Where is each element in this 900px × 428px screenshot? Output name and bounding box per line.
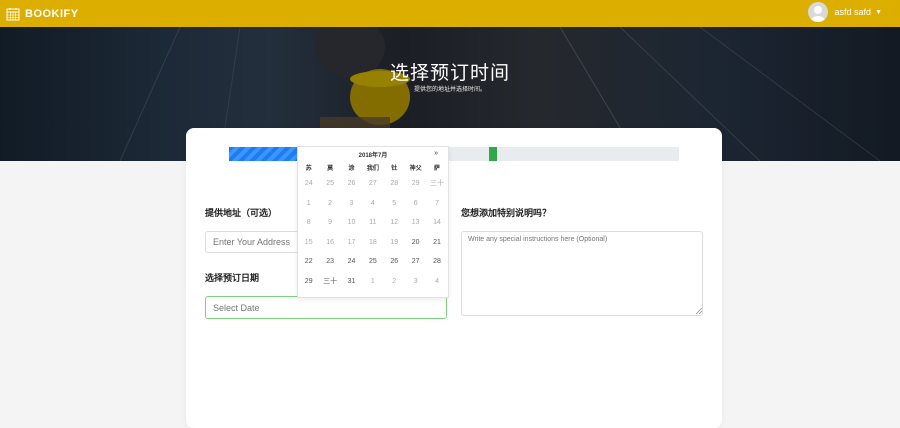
calendar-day[interactable]: 三十 bbox=[426, 174, 447, 194]
resize-handle-icon[interactable] bbox=[696, 308, 702, 314]
booking-card: 提供地址（可选） 选择预订日期 您想添加特别说明吗？ bbox=[186, 128, 722, 428]
calendar-day[interactable]: 25 bbox=[362, 252, 383, 272]
calendar-day[interactable]: 4 bbox=[426, 272, 447, 292]
calendar-day[interactable]: 26 bbox=[341, 174, 362, 194]
weekday-header: 萨 bbox=[434, 166, 441, 172]
calendar-day[interactable]: 15 bbox=[298, 233, 319, 253]
calendar-day[interactable]: 1 bbox=[362, 272, 383, 292]
weekday-header: 神父 bbox=[409, 166, 422, 172]
calendar-day[interactable]: 21 bbox=[426, 233, 447, 253]
brand-link[interactable]: BOOKIFY bbox=[6, 7, 79, 21]
page-title: 选择预订时间 bbox=[389, 63, 510, 84]
calendar-day[interactable]: 16 bbox=[319, 233, 340, 253]
calendar-day[interactable]: 29 bbox=[298, 272, 319, 292]
calendar-day[interactable]: 12 bbox=[384, 213, 405, 233]
weekday-header: 涂 bbox=[348, 166, 355, 172]
progress-step-marker bbox=[489, 147, 497, 161]
calendar-day[interactable]: 3 bbox=[341, 194, 362, 214]
date-input[interactable] bbox=[205, 296, 447, 319]
calendar-day[interactable]: 3 bbox=[405, 272, 426, 292]
calendar-day[interactable]: 28 bbox=[384, 174, 405, 194]
datepicker-month-title[interactable]: 2018年7月 bbox=[298, 150, 448, 160]
calendar-day[interactable]: 17 bbox=[341, 233, 362, 253]
instructions-textarea[interactable] bbox=[461, 231, 703, 316]
calendar-day[interactable]: 22 bbox=[298, 252, 319, 272]
caret-down-icon: ▼ bbox=[875, 8, 882, 16]
progress-fill bbox=[229, 147, 297, 161]
calendar-day[interactable]: 6 bbox=[405, 194, 426, 214]
calendar-day[interactable]: 19 bbox=[384, 233, 405, 253]
calendar-day[interactable]: 9 bbox=[319, 213, 340, 233]
calendar-day[interactable]: 24 bbox=[341, 252, 362, 272]
brand-name: BOOKIFY bbox=[25, 7, 79, 20]
calendar-day[interactable]: 20 bbox=[405, 233, 426, 253]
address-label: 提供地址（可选） bbox=[205, 208, 278, 218]
top-navbar: BOOKIFY asfd safd ▼ bbox=[0, 0, 900, 27]
calendar-day[interactable]: 25 bbox=[319, 174, 340, 194]
calendar-day[interactable]: 5 bbox=[384, 194, 405, 214]
next-month-icon[interactable]: » bbox=[434, 150, 438, 157]
calendar-day[interactable]: 28 bbox=[426, 252, 447, 272]
username: asfd safd bbox=[834, 7, 872, 17]
date-label: 选择预订日期 bbox=[205, 273, 260, 283]
calendar-day[interactable]: 31 bbox=[341, 272, 362, 292]
calendar-day[interactable]: 14 bbox=[426, 213, 447, 233]
calendar-day[interactable]: 2 bbox=[319, 194, 340, 214]
calendar-day[interactable]: 23 bbox=[319, 252, 340, 272]
page-subtitle: 提供您的地址并选择时间。 bbox=[413, 87, 486, 93]
datepicker-grid: 苏莫涂我们钍神父萨 24 25 26 27 28 29 三十 1 2 3 4 5 6 7 8 9 10 11 12 13… bbox=[298, 164, 448, 291]
weekday-header: 钍 bbox=[391, 166, 398, 172]
weekday-header: 莫 bbox=[327, 166, 334, 172]
calendar-day[interactable]: 26 bbox=[384, 252, 405, 272]
calendar-day[interactable]: 1 bbox=[298, 194, 319, 214]
calendar-day[interactable]: 27 bbox=[362, 174, 383, 194]
user-menu[interactable]: asfd safd ▼ bbox=[807, 2, 882, 22]
calendar-day[interactable]: 27 bbox=[405, 252, 426, 272]
calendar-day[interactable]: 7 bbox=[426, 194, 447, 214]
calendar-day[interactable]: 10 bbox=[341, 213, 362, 233]
user-avatar-icon bbox=[810, 6, 825, 22]
calendar-day[interactable]: 三十 bbox=[319, 272, 340, 292]
calendar-day[interactable]: 18 bbox=[362, 233, 383, 253]
calendar-icon bbox=[6, 7, 20, 20]
calendar-day[interactable]: 4 bbox=[362, 194, 383, 214]
calendar-day[interactable]: 24 bbox=[298, 174, 319, 194]
calendar-day[interactable]: 13 bbox=[405, 213, 426, 233]
weekday-header: 我们 bbox=[366, 166, 379, 172]
instructions-label: 您想添加特别说明吗？ bbox=[461, 208, 552, 218]
datepicker-popup: 2018年7月 » 苏莫涂我们钍神父萨 24 25 26 27 28 29 三十 1 2 3 4 5 6 7… bbox=[297, 146, 449, 298]
calendar-day[interactable]: 8 bbox=[298, 213, 319, 233]
weekday-header: 苏 bbox=[305, 166, 312, 172]
calendar-day[interactable]: 29 bbox=[405, 174, 426, 194]
calendar-day[interactable]: 2 bbox=[384, 272, 405, 292]
calendar-day[interactable]: 11 bbox=[362, 213, 383, 233]
avatar bbox=[807, 2, 828, 22]
